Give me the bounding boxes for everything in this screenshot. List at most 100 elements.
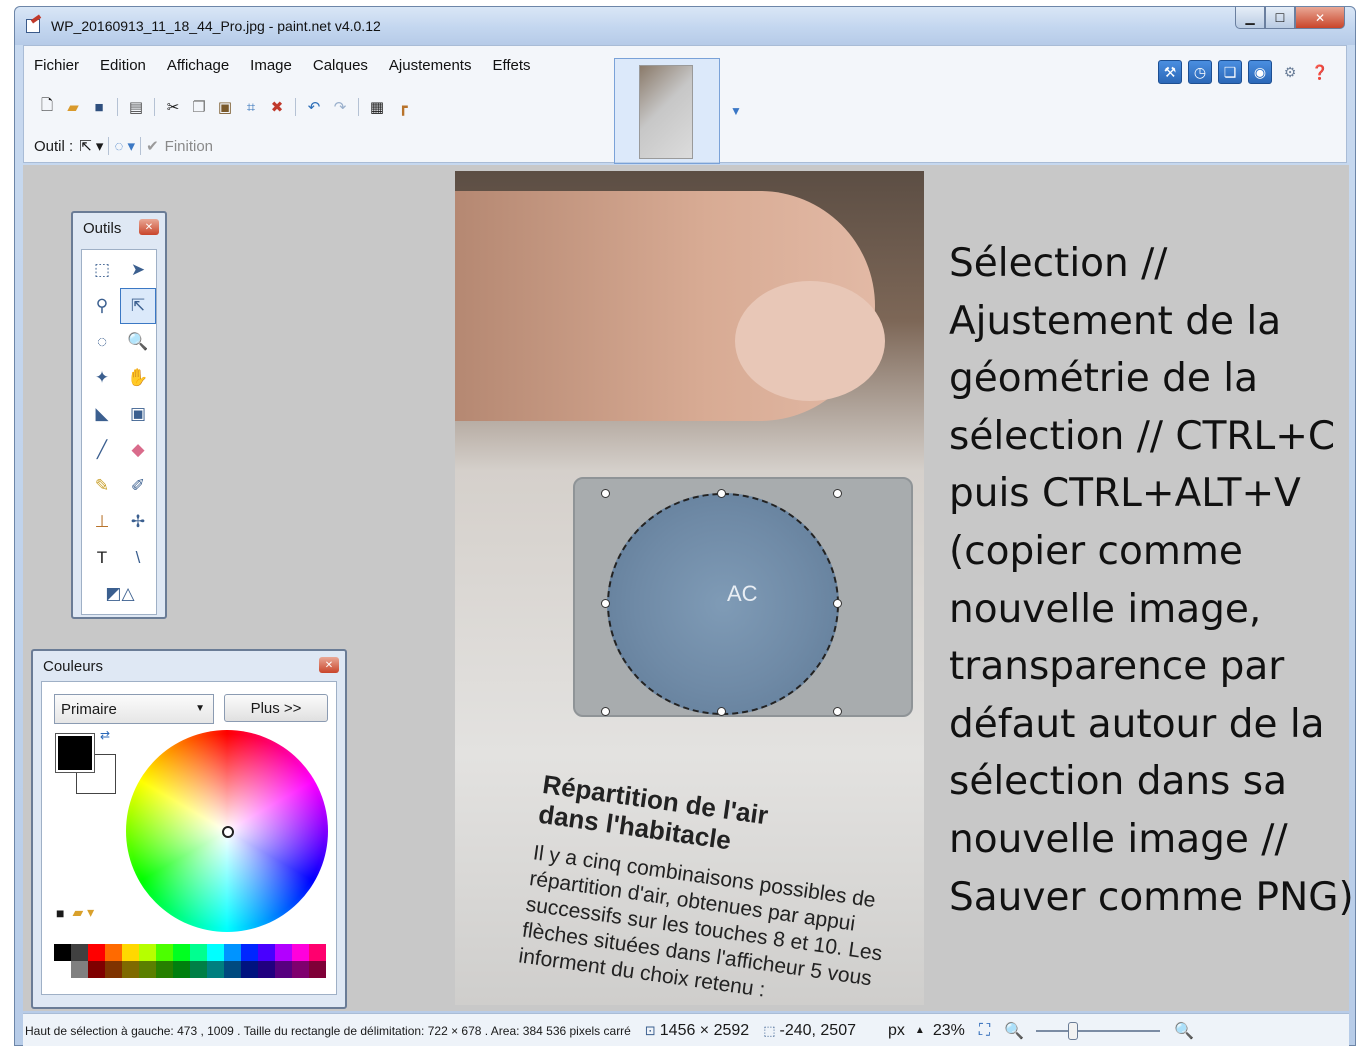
colors-palette: Couleurs ✕ Primaire ▼ Plus >> ⇄ ■ ▰ ▾ xyxy=(31,649,347,1009)
crop-icon[interactable]: ⌗ xyxy=(241,97,261,117)
add-to-palette-icon[interactable]: ■ xyxy=(56,905,64,921)
move-selection-tool-icon[interactable]: ⇱ ▾ xyxy=(79,137,103,155)
shapes-icon[interactable]: ◩△ xyxy=(84,576,156,612)
swap-colors-icon[interactable]: ⇄ xyxy=(100,728,110,742)
selection-handle[interactable] xyxy=(601,707,610,716)
menu-image[interactable]: Image xyxy=(250,57,292,74)
layers-window-icon[interactable]: ❏ xyxy=(1218,60,1242,84)
more-colors-button[interactable]: Plus >> xyxy=(224,694,328,722)
units-select[interactable]: px ▲ xyxy=(888,1022,925,1040)
rectangle-select-icon[interactable]: ⬚ xyxy=(84,252,120,288)
elliptical-selection[interactable] xyxy=(607,493,839,715)
undo-icon[interactable]: ↶ xyxy=(304,97,324,117)
color-swatch-strip[interactable] xyxy=(54,944,328,978)
recolor-icon[interactable]: ✢ xyxy=(120,504,156,540)
paintbrush-icon[interactable]: ╱ xyxy=(84,432,120,468)
color-target-select[interactable]: Primaire ▼ xyxy=(54,694,214,724)
menu-effets[interactable]: Effets xyxy=(492,57,530,74)
selection-handle[interactable] xyxy=(833,599,842,608)
cut-icon[interactable]: ✂ xyxy=(163,97,183,117)
selection-mode-icon[interactable]: ◌ ▾ xyxy=(114,137,135,155)
close-icon[interactable]: ✕ xyxy=(319,657,339,673)
deselect-icon[interactable]: ✖ xyxy=(267,97,287,117)
minimize-button[interactable]: ▁ xyxy=(1235,7,1265,29)
menu-ajustements[interactable]: Ajustements xyxy=(389,57,472,74)
lasso-select-icon[interactable]: ⚲ xyxy=(84,288,120,324)
maximize-button[interactable]: ☐ xyxy=(1265,7,1295,29)
help-icon[interactable]: ❓ xyxy=(1308,60,1332,84)
selection-handle[interactable] xyxy=(833,489,842,498)
image-thumbnail-strip[interactable] xyxy=(614,58,720,164)
menu-affichage[interactable]: Affichage xyxy=(167,57,229,74)
print-icon[interactable]: ▤ xyxy=(126,97,146,117)
chevron-down-icon: ▼ xyxy=(195,703,205,714)
close-icon[interactable]: ✕ xyxy=(139,219,159,235)
app-window: WP_20160913_11_18_44_Pro.jpg - paint.net… xyxy=(14,6,1356,1046)
redo-icon[interactable]: ↷ xyxy=(330,97,350,117)
palette-mini-icons: ■ ▰ ▾ xyxy=(56,904,102,921)
move-selection-icon[interactable]: ⇱ xyxy=(120,288,156,324)
color-wheel[interactable] xyxy=(126,730,328,932)
chevron-down-icon[interactable]: ▼ xyxy=(730,104,742,118)
text-icon[interactable]: T xyxy=(84,540,120,576)
tools-window-icon[interactable]: ⚒ xyxy=(1158,60,1182,84)
copy-icon[interactable]: ❐ xyxy=(189,97,209,117)
image-canvas[interactable]: AC Répartition de l'air dans l'habitacle… xyxy=(455,171,924,1005)
canvas-workspace[interactable]: AC Répartition de l'air dans l'habitacle… xyxy=(23,165,1354,1011)
finish-button[interactable]: Finition xyxy=(165,138,213,155)
magic-wand-icon[interactable]: ✦ xyxy=(84,360,120,396)
colors-window-icon[interactable]: ◉ xyxy=(1248,60,1272,84)
pan-icon[interactable]: ✋ xyxy=(120,360,156,396)
toolbar-separator xyxy=(154,98,155,116)
paintnet-app-icon xyxy=(25,14,43,35)
color-picker-icon[interactable]: ✐ xyxy=(120,468,156,504)
selection-handle[interactable] xyxy=(717,707,726,716)
check-icon: ✔ xyxy=(146,138,159,155)
settings-icon[interactable]: ⚙ xyxy=(1278,60,1302,84)
tools-palette-title: Outils ✕ xyxy=(73,213,165,243)
selection-handle[interactable] xyxy=(601,599,610,608)
color-target-value: Primaire xyxy=(61,700,117,718)
zoom-slider-thumb[interactable] xyxy=(1067,1021,1078,1040)
title-bar: WP_20160913_11_18_44_Pro.jpg - paint.net… xyxy=(15,7,1355,45)
paste-icon[interactable]: ▣ xyxy=(215,97,235,117)
image-size-icon: ⊡ xyxy=(644,1022,656,1038)
primary-color-swatch[interactable] xyxy=(55,733,95,773)
menu-edition[interactable]: Edition xyxy=(100,57,146,74)
new-icon[interactable]: 🗋 xyxy=(37,97,57,117)
zoom-icon[interactable]: 🔍 xyxy=(120,324,156,360)
image-size-readout: ⊡ 1456 × 2592 xyxy=(645,1022,749,1040)
open-icon[interactable]: ▰ xyxy=(63,97,83,117)
zoom-in-icon[interactable]: 🔍 xyxy=(1174,1021,1194,1041)
line-curve-icon[interactable]: \ xyxy=(120,540,156,576)
zoom-slider[interactable] xyxy=(1035,1021,1160,1040)
clone-stamp-icon[interactable]: ⊥ xyxy=(84,504,120,540)
menu-fichier[interactable]: Fichier xyxy=(34,57,79,74)
image-thumbnail[interactable] xyxy=(639,65,693,159)
eraser-icon[interactable]: ◆ xyxy=(120,432,156,468)
menu-calques[interactable]: Calques xyxy=(313,57,368,74)
cursor-position-value: -240, 2507 xyxy=(779,1021,856,1039)
history-window-icon[interactable]: ◷ xyxy=(1188,60,1212,84)
palette-menu-icon[interactable]: ▰ ▾ xyxy=(72,904,94,921)
selection-handle[interactable] xyxy=(601,489,610,498)
zoom-value[interactable]: 23% xyxy=(933,1022,965,1040)
gradient-icon[interactable]: ▣ xyxy=(120,396,156,432)
move-selected-pixels-icon[interactable]: ➤ xyxy=(120,252,156,288)
ellipse-select-icon[interactable]: ◌ xyxy=(84,324,120,360)
pencil-icon[interactable]: ✎ xyxy=(84,468,120,504)
grid-icon[interactable]: ▦ xyxy=(367,97,387,117)
color-wheel-cursor[interactable] xyxy=(222,826,234,838)
colors-panel: Primaire ▼ Plus >> ⇄ ■ ▰ ▾ xyxy=(41,681,337,995)
zoom-to-window-icon[interactable]: ⛶ xyxy=(979,1022,990,1040)
photo-page-text: Répartition de l'air dans l'habitacle Il… xyxy=(517,769,901,1005)
selection-handle[interactable] xyxy=(833,707,842,716)
close-button[interactable]: ✕ xyxy=(1295,7,1345,29)
tools-palette: Outils ✕ ⬚ ➤ ⚲ ⇱ ◌ 🔍 ✦ ✋ ◣ ▣ ╱ ◆ ✎ ✐ ⊥ ✢ xyxy=(71,211,167,619)
selection-handle[interactable] xyxy=(717,489,726,498)
zoom-out-icon[interactable]: 🔍 xyxy=(1004,1021,1024,1041)
save-icon[interactable]: ■ xyxy=(89,97,109,117)
image-size-value: 1456 × 2592 xyxy=(659,1021,750,1039)
ruler-icon[interactable]: ┏ xyxy=(393,97,413,117)
paint-bucket-icon[interactable]: ◣ xyxy=(84,396,120,432)
